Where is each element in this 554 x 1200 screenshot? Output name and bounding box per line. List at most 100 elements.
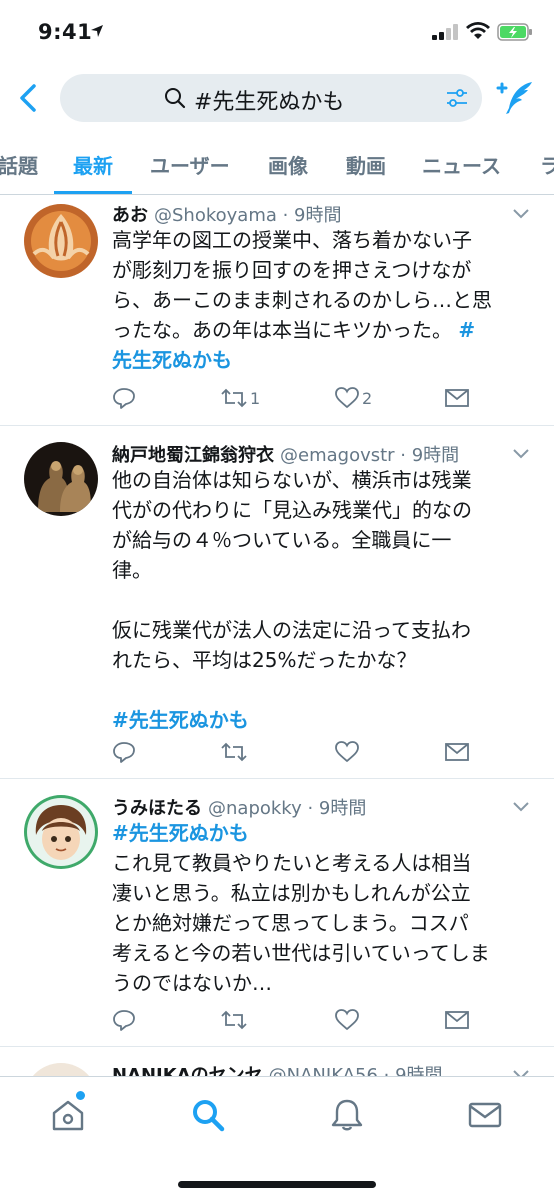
wifi-icon [466, 22, 490, 39]
status-bar: 9:41 [0, 0, 554, 64]
like-button[interactable] [334, 1006, 360, 1034]
avatar[interactable] [24, 442, 98, 516]
search-input[interactable]: #先生死ぬかも [60, 74, 482, 122]
tweet-actions [112, 1006, 492, 1034]
messages-envelope-icon[interactable] [467, 1097, 503, 1133]
notification-dot [76, 1091, 85, 1100]
share-button[interactable] [444, 738, 470, 766]
tweet[interactable]: あお @Shokoyama · 9時間 高学年の図工の授業中、落ち着かない子 が彫… [0, 196, 554, 426]
tab-people[interactable]: ユーザー [150, 150, 230, 179]
like-count: 2 [362, 388, 373, 408]
home-indicator [178, 1181, 376, 1188]
retweet-button[interactable]: 1 [220, 384, 260, 412]
display-name[interactable]: あお [112, 205, 148, 226]
tweet[interactable]: うみほたる @napokky · 9時間 #先生死ぬかも これ見て教員やりたいと考… [0, 779, 554, 1047]
share-button[interactable] [444, 1006, 470, 1034]
tweet-header: 納戸地蜀江錦翁狩衣 @emagovstr · 9時間 [112, 441, 459, 467]
tweet-line-text: ったな。あの年は本当にキツかった。 [112, 318, 452, 342]
tab-news[interactable]: ニュース [422, 150, 501, 179]
tweet-line: 仮に残業代が法人の法定に沿って支払わ [112, 618, 471, 642]
share-button[interactable] [444, 384, 470, 412]
envelope-icon [445, 389, 469, 407]
retweet-count: 1 [250, 388, 261, 408]
filter-settings-icon[interactable] [445, 86, 469, 110]
chevron-down-icon[interactable] [512, 801, 530, 813]
tweet-actions [112, 738, 492, 766]
tweet-line: が彫刻刀を振り回すのを押さえつけなが [112, 258, 472, 282]
hashtag-link[interactable]: # [458, 318, 475, 342]
tweet-header: あお @Shokoyama · 9時間 [112, 201, 342, 227]
tweet-header: うみほたる @napokky · 9時間 [112, 794, 366, 820]
envelope-icon [445, 743, 469, 761]
avatar[interactable] [24, 204, 98, 278]
search-query: #先生死ぬかも [194, 90, 345, 115]
cellular-signal-icon [432, 24, 458, 40]
tweet-line: これ見て教員やりたいと考える人は相当 [112, 851, 472, 875]
tweet-line: ら、あーこのまま刺されるのかしら…と思 [112, 288, 492, 312]
active-tab-indicator [54, 191, 132, 194]
reply-button[interactable] [112, 1006, 136, 1034]
envelope-icon [445, 1011, 469, 1029]
reply-icon [113, 742, 135, 763]
tab-latest[interactable]: 最新 [73, 150, 113, 179]
tweet-line: とか絶対嫌だって思ってしまう。コスパ [112, 911, 469, 935]
retweet-button[interactable] [220, 1006, 248, 1034]
display-name[interactable]: 納戸地蜀江錦翁狩衣 [112, 445, 274, 466]
tab-videos[interactable]: 動画 [346, 150, 386, 179]
hashtag-link[interactable]: #先生死ぬかも [112, 705, 522, 735]
retweet-button[interactable] [220, 738, 248, 766]
tab-photos[interactable]: 画像 [268, 150, 308, 179]
tweet-line: 凄いと思う。私立は別かもしれんが公立 [112, 881, 471, 905]
tab-more[interactable]: ラ [540, 150, 554, 179]
tweet-line: 律。 [112, 558, 152, 582]
retweet-icon [221, 1010, 247, 1030]
search-tab-icon[interactable] [190, 1097, 226, 1133]
bottom-tab-bar [0, 1076, 554, 1200]
chevron-down-icon[interactable] [512, 208, 530, 220]
display-name[interactable]: うみほたる [112, 798, 202, 819]
retweet-icon [221, 388, 247, 408]
tweet-line: 他の自治体は知らないが、横浜市は残業 [112, 468, 472, 492]
chevron-down-icon[interactable] [512, 448, 530, 460]
reply-icon [113, 1010, 135, 1031]
hashtag-link[interactable]: #先生死ぬかも [112, 818, 522, 848]
search-tabs: 話題 最新 ユーザー 画像 動画 ニュース ラ [0, 140, 554, 195]
tweet-text: 高学年の図工の授業中、落ち着かない子 が彫刻刀を振り回すのを押さえつけなが ら、… [112, 225, 522, 375]
tweet-line: 代がの代わりに「見込み残業代」的なの [112, 498, 472, 522]
tweet-text: 他の自治体は知らないが、横浜市は残業 代がの代わりに「見込み残業代」的なの が給… [112, 465, 522, 735]
tweet-line: 考えると今の若い世代は引いていってしま [112, 941, 490, 965]
status-time: 9:41 [38, 20, 93, 44]
compose-tweet-icon[interactable] [496, 78, 536, 118]
location-arrow-icon [91, 25, 103, 37]
reply-button[interactable] [112, 738, 136, 766]
handle-time: @emagovstr · 9時間 [280, 445, 460, 466]
tweet-line: ったな。あの年は本当にキツかった。 # [112, 315, 522, 345]
heart-icon [335, 1009, 359, 1031]
tweet-line: が給与の４％ついている。全職員に一 [112, 528, 452, 552]
notifications-bell-icon[interactable] [329, 1097, 365, 1133]
search-icon [165, 88, 186, 109]
like-button[interactable] [334, 738, 360, 766]
retweet-icon [221, 742, 247, 762]
tweet-line: れたら、平均は25%だったかな？ [112, 648, 417, 672]
back-icon[interactable] [14, 80, 46, 116]
hashtag-link[interactable]: 先生死ぬかも [112, 345, 522, 375]
heart-icon [335, 387, 359, 409]
handle-time: @napokky · 9時間 [208, 798, 367, 819]
tab-top[interactable]: 話題 [0, 150, 38, 179]
home-icon[interactable] [50, 1097, 86, 1133]
handle-time: @Shokoyama · 9時間 [154, 205, 342, 226]
reply-button[interactable] [112, 384, 136, 412]
heart-icon [335, 741, 359, 763]
like-button[interactable]: 2 [334, 384, 372, 412]
tweet[interactable]: 納戸地蜀江錦翁狩衣 @emagovstr · 9時間 他の自治体は知らないが、横浜… [0, 426, 554, 779]
avatar[interactable] [24, 795, 98, 869]
tweet-actions: 1 2 [112, 384, 492, 412]
tweet-text: #先生死ぬかも これ見て教員やりたいと考える人は相当 凄いと思う。私立は別かもし… [112, 818, 522, 998]
tweet-line: 高学年の図工の授業中、落ち着かない子 [112, 228, 472, 252]
battery-icon [497, 23, 532, 41]
reply-icon [113, 388, 135, 409]
tweet-line: うのではないか… [112, 971, 272, 995]
